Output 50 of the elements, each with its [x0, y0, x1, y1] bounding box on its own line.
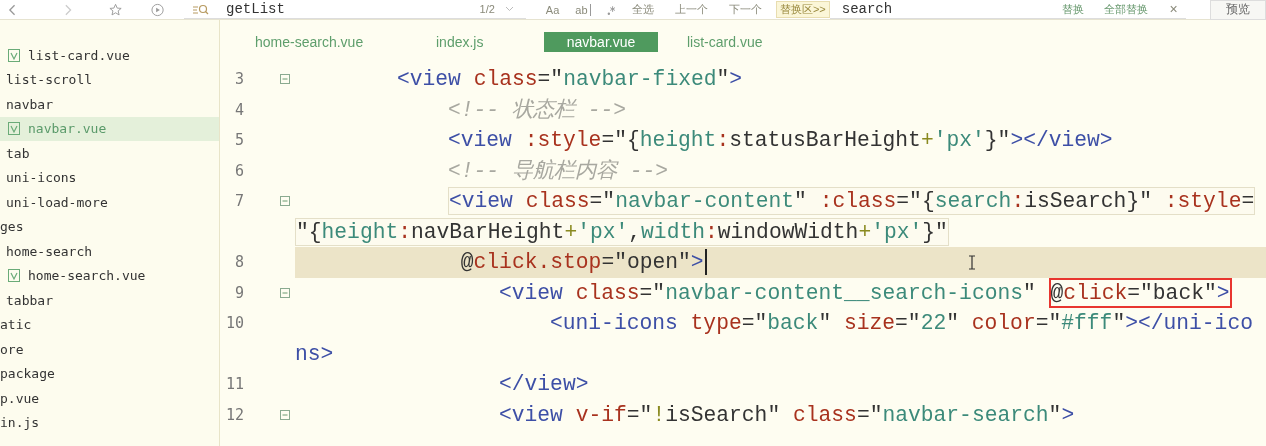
code-text: <view class="navbar-fixed"> — [397, 66, 743, 93]
match-case-toggle[interactable]: Aa — [545, 3, 560, 16]
tree-item[interactable]: tab — [0, 141, 219, 166]
line-number: 9 — [233, 283, 244, 302]
line-number: 8 — [233, 253, 244, 272]
replace-action-button[interactable]: 替换 — [1061, 1, 1084, 17]
tree-item[interactable]: package — [0, 361, 219, 386]
tree-item[interactable]: uni-load-more — [0, 190, 219, 215]
line-number: 11 — [224, 375, 244, 394]
code-text: "{height:navBarHeight+'px',width:windowWidth+'px'}" — [295, 217, 949, 246]
code-text: <view class="navbar-content" :class="{search:isSearch}" :style= — [448, 187, 1256, 216]
tree-item[interactable]: navbar — [0, 92, 219, 117]
tree-item[interactable]: ges — [0, 214, 219, 239]
tree-item[interactable]: home-search.vue — [0, 263, 219, 288]
tree-item[interactable]: ore — [0, 337, 219, 362]
match-count: 1/2 — [479, 3, 495, 15]
line-number: 4 — [233, 100, 244, 119]
find-field[interactable]: getList 1/2 — [184, 0, 526, 19]
preview-button[interactable]: 预览 — [1209, 0, 1266, 20]
highlighted-code: @click="back"> — [1048, 277, 1232, 308]
code-text: ns> — [295, 340, 334, 367]
whole-word-toggle[interactable]: ab — [575, 3, 591, 16]
close-button[interactable]: × — [1169, 1, 1178, 17]
code-text: <!-- 导航栏内容 --> — [448, 157, 669, 184]
line-number: 3 — [233, 70, 244, 89]
find-action-button[interactable]: 下一个 — [728, 2, 762, 17]
line-number: 6 — [233, 161, 244, 180]
code-text: @click.stop="open"> — [460, 249, 704, 276]
line-number: 10 — [224, 314, 244, 333]
code-text: <view class="navbar-content__search-icons" — [499, 279, 1037, 306]
tree-item[interactable]: tabbar — [0, 288, 219, 313]
code-text: <!-- 状态栏 --> — [448, 96, 627, 123]
code-text: <view v-if="!isSearch" class="navbar-search"> — [499, 401, 1075, 428]
tree-item[interactable]: atic — [0, 312, 219, 337]
find-action-button[interactable]: 上一个 — [674, 2, 708, 17]
tree-item[interactable]: home-search — [0, 239, 219, 264]
code-text: <uni-icons type="back" size="22" color="#fff"></uni-ico — [550, 310, 1253, 337]
tree-item[interactable]: list-scroll — [0, 67, 219, 92]
find-action-button[interactable]: 全选 — [631, 2, 654, 17]
tree-item[interactable]: p.vue — [0, 386, 219, 411]
replace-field[interactable]: search 替换 全部替换 × — [829, 0, 1186, 19]
replace-action-button[interactable]: 全部替换 — [1103, 1, 1148, 17]
code-text: </view> — [499, 371, 589, 398]
line-number: 12 — [224, 405, 244, 424]
code-text: <view :style="{height:statusBarHeight+'px'}"></view> — [448, 127, 1113, 154]
line-number: 5 — [233, 131, 244, 150]
tree-item[interactable]: in.js — [0, 410, 219, 435]
tree-item[interactable]: uni-icons — [0, 165, 219, 190]
line-number: 7 — [233, 192, 244, 211]
tree-item[interactable]: list-card.vue — [0, 43, 219, 68]
